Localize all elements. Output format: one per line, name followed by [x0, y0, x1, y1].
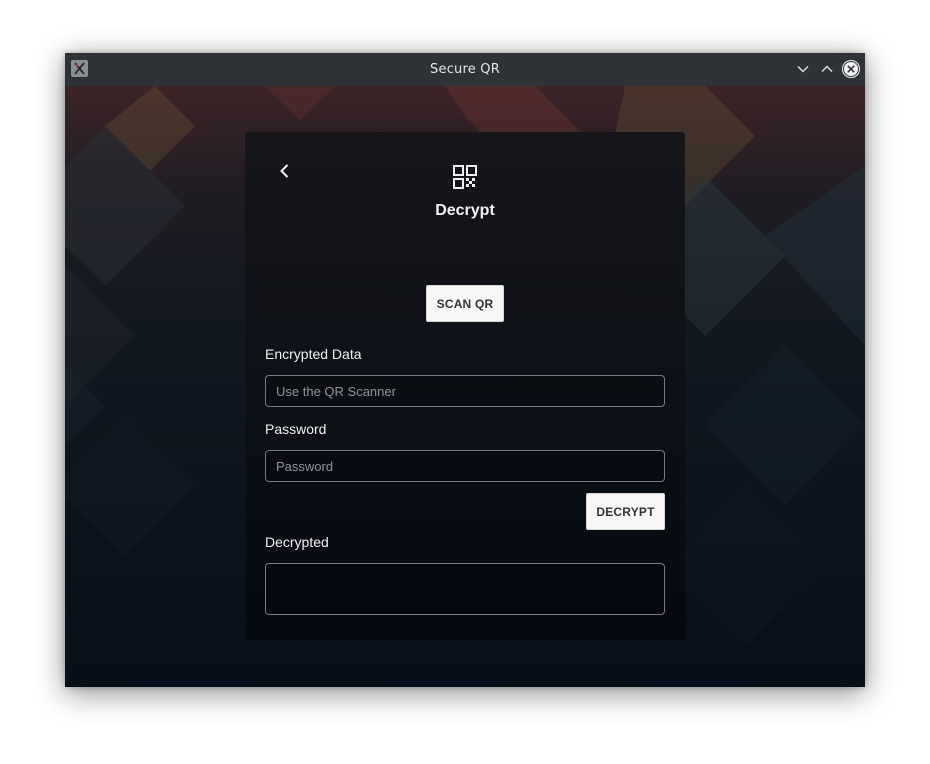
- qr-code-icon: [453, 165, 477, 189]
- password-input[interactable]: [265, 450, 665, 482]
- x-app-icon: [71, 60, 88, 77]
- back-button[interactable]: [271, 157, 299, 185]
- close-button[interactable]: [841, 59, 861, 79]
- decrypted-label: Decrypted: [265, 534, 329, 550]
- decrypt-button[interactable]: DECRYPT: [586, 493, 665, 530]
- page-title: Decrypt: [435, 202, 495, 219]
- decrypted-output[interactable]: [265, 563, 665, 615]
- app-window: Secure QR Decrypt SCAN QR Encrypted Data…: [65, 53, 865, 687]
- title-bar[interactable]: Secure QR: [65, 53, 865, 86]
- encrypted-data-input[interactable]: [265, 375, 665, 407]
- maximize-button[interactable]: [817, 59, 837, 79]
- password-label: Password: [265, 421, 327, 437]
- chevron-down-icon: [797, 66, 809, 73]
- window-content: Decrypt SCAN QR Encrypted Data Password …: [65, 86, 865, 687]
- encrypted-data-label: Encrypted Data: [265, 346, 362, 362]
- decrypt-panel: Decrypt SCAN QR Encrypted Data Password …: [245, 132, 685, 640]
- chevron-left-icon: [280, 164, 289, 178]
- scan-qr-button[interactable]: SCAN QR: [426, 285, 504, 322]
- window-title: Secure QR: [430, 62, 500, 77]
- close-icon: [842, 60, 860, 78]
- minimize-button[interactable]: [793, 59, 813, 79]
- chevron-up-icon: [821, 65, 833, 72]
